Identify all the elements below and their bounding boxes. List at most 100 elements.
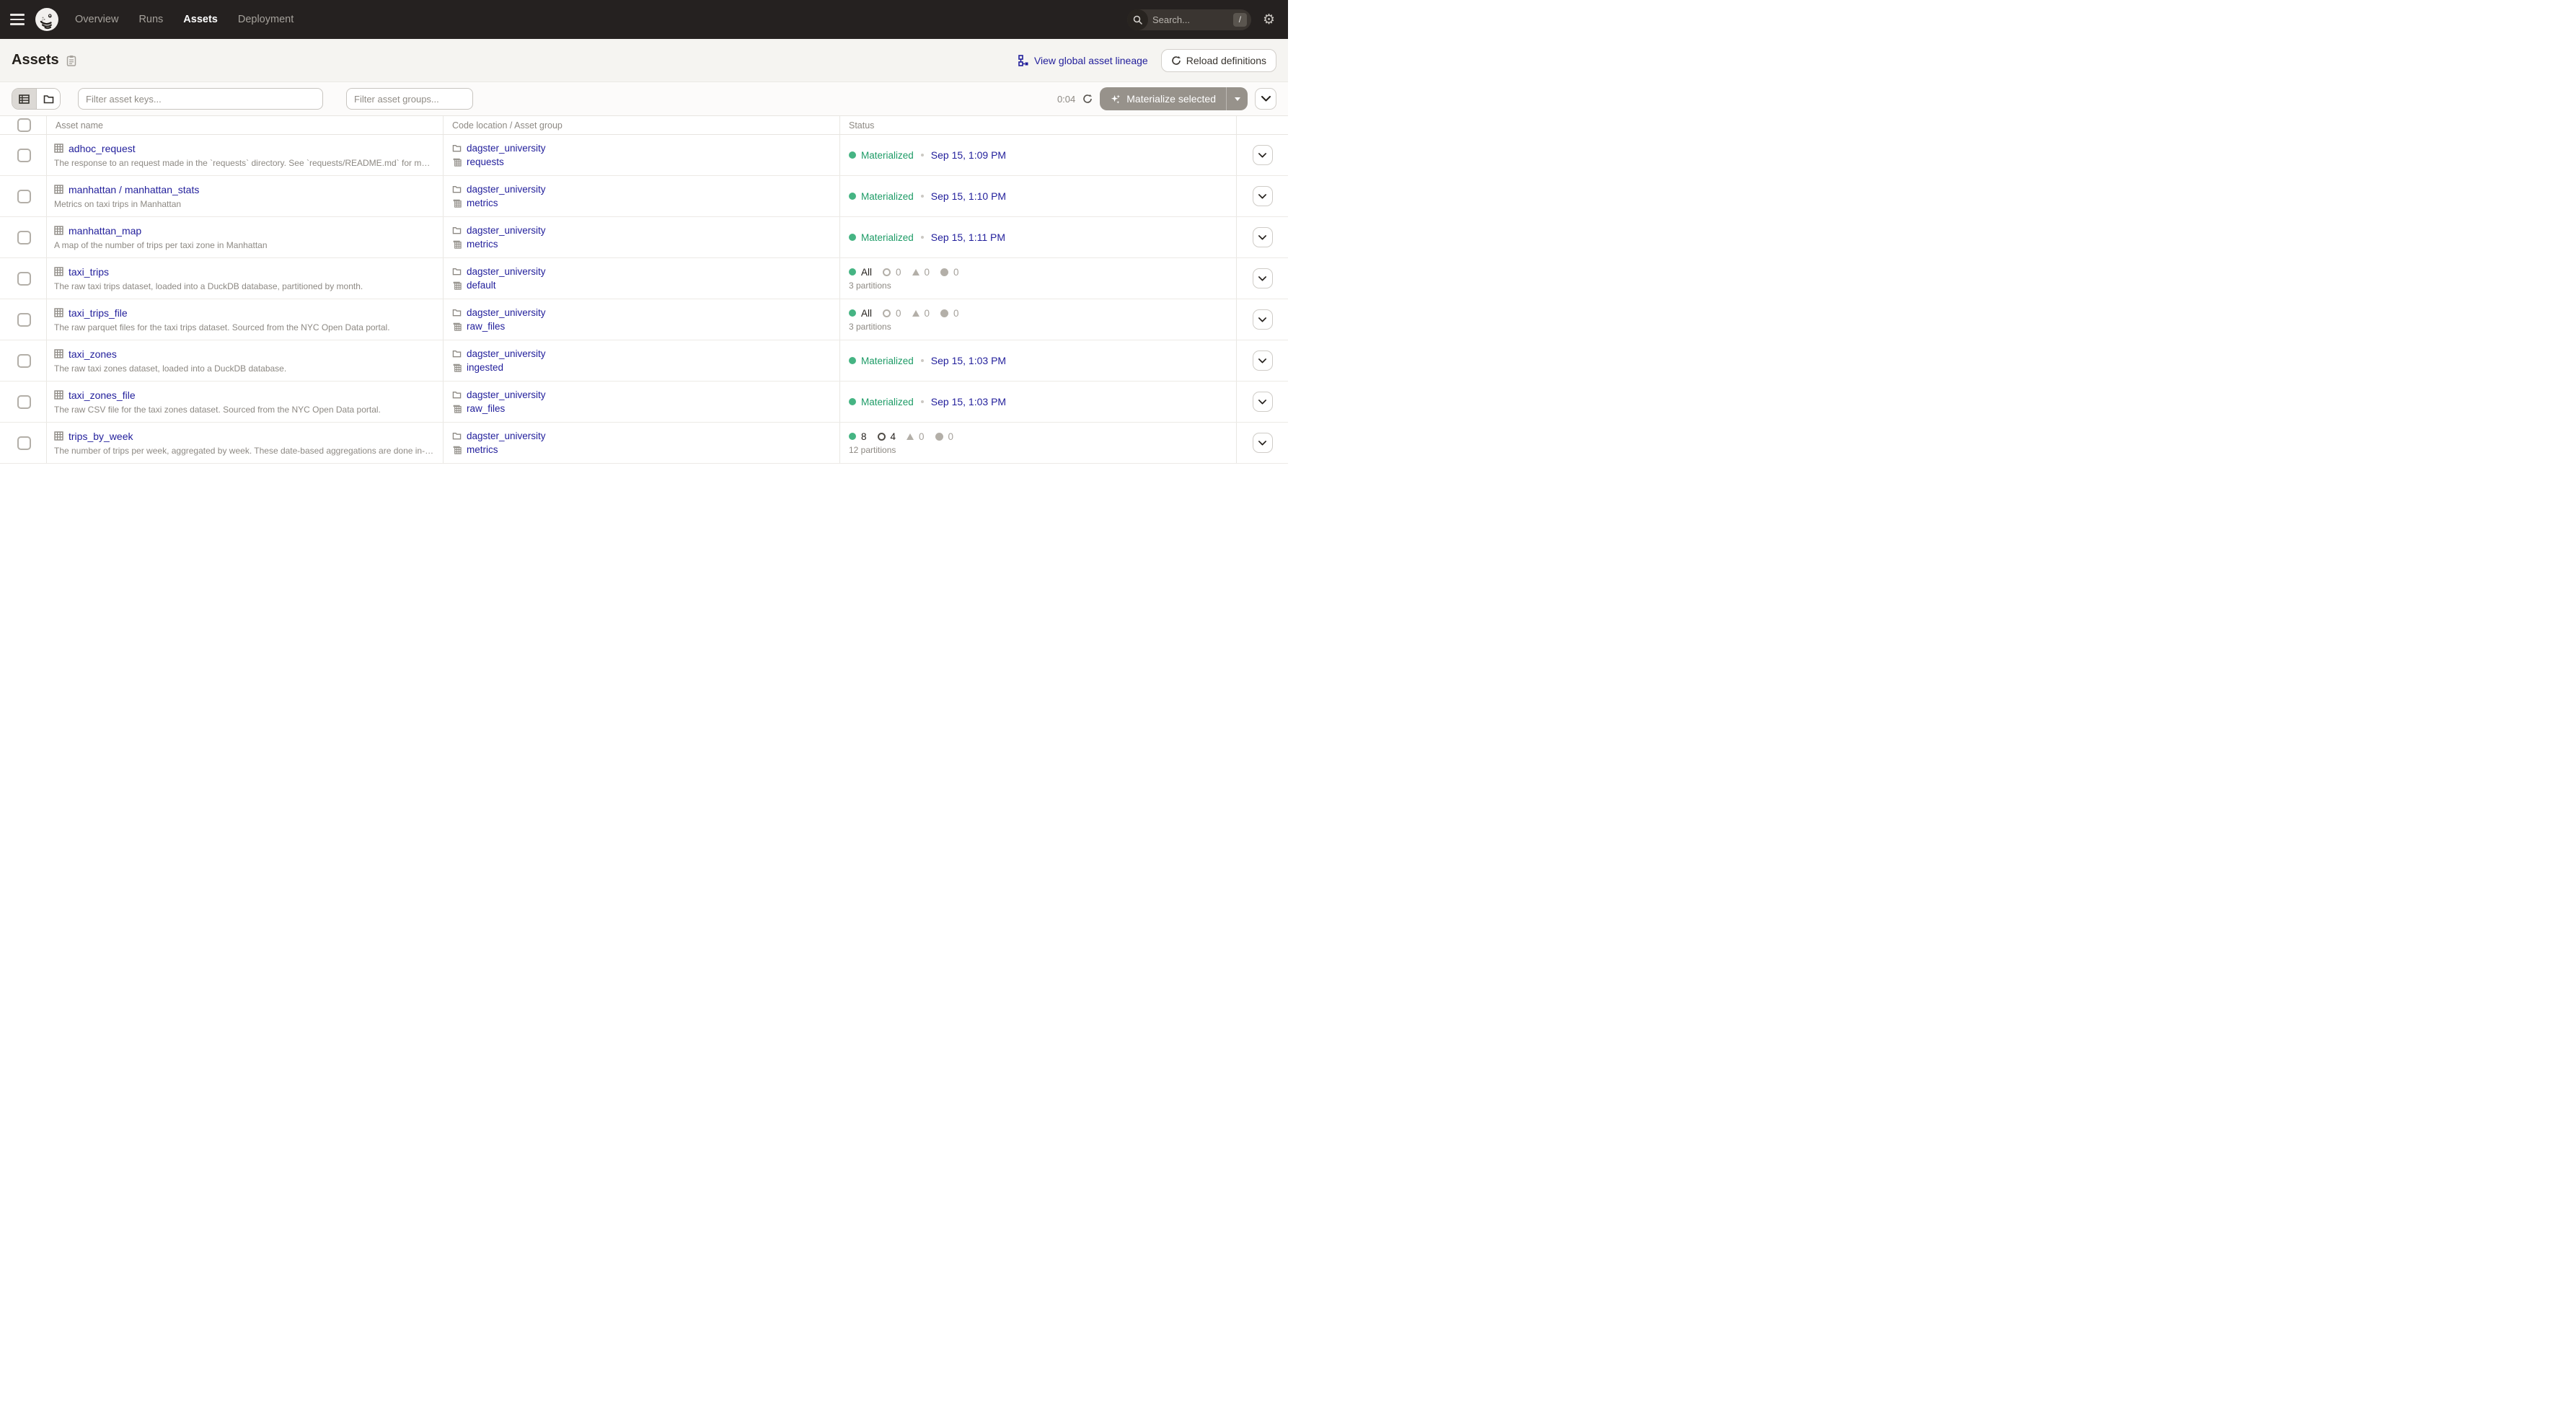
row-expand-button[interactable] bbox=[1253, 309, 1273, 330]
settings-gear-icon[interactable]: ⚙ bbox=[1263, 13, 1275, 27]
folder-icon bbox=[452, 432, 462, 440]
asset-name-link[interactable]: taxi_zones bbox=[69, 348, 117, 360]
asset-name-link[interactable]: adhoc_request bbox=[69, 143, 136, 154]
row-checkbox[interactable] bbox=[17, 231, 31, 244]
more-actions-chevron-button[interactable] bbox=[1255, 88, 1276, 110]
code-location-link[interactable]: dagster_university bbox=[467, 184, 546, 195]
row-expand-button[interactable] bbox=[1253, 145, 1273, 165]
folder-view-icon bbox=[43, 94, 54, 104]
asset-group-link[interactable]: raw_files bbox=[467, 403, 505, 414]
asset-description: Metrics on taxi trips in Manhattan bbox=[54, 199, 434, 209]
reload-definitions-button[interactable]: Reload definitions bbox=[1161, 49, 1276, 72]
asset-group-icon bbox=[452, 239, 462, 249]
asset-name-link[interactable]: manhattan / manhattan_stats bbox=[69, 184, 199, 195]
asset-description: The number of trips per week, aggregated… bbox=[54, 446, 434, 456]
column-header-asset-name: Asset name bbox=[47, 116, 444, 134]
materialize-dropdown-caret[interactable] bbox=[1226, 87, 1248, 110]
table-row: trips_by_week The number of trips per we… bbox=[0, 423, 1288, 464]
table-view-toggle-button[interactable] bbox=[12, 89, 36, 109]
search-icon bbox=[1127, 9, 1148, 30]
table-header-row: Asset name Code location / Asset group S… bbox=[0, 115, 1288, 135]
materialized-status-dot bbox=[849, 193, 856, 200]
asset-name-link[interactable]: taxi_trips_file bbox=[69, 307, 128, 319]
asset-name-link[interactable]: taxi_zones_file bbox=[69, 389, 136, 401]
failed-partition-count: 4 bbox=[891, 431, 896, 442]
failed-partitions-icon bbox=[883, 309, 891, 317]
nav-tab-runs[interactable]: Runs bbox=[138, 14, 163, 25]
row-expand-button[interactable] bbox=[1253, 392, 1273, 412]
folder-view-toggle-button[interactable] bbox=[36, 89, 60, 109]
dagster-logo-icon bbox=[35, 7, 59, 32]
asset-group-icon bbox=[452, 198, 462, 208]
hamburger-menu-icon[interactable] bbox=[10, 14, 25, 25]
table-row: taxi_zones_file The raw CSV file for the… bbox=[0, 382, 1288, 423]
row-expand-button[interactable] bbox=[1253, 227, 1273, 247]
column-header-code-location: Code location / Asset group bbox=[444, 116, 840, 134]
asset-table-icon bbox=[54, 226, 63, 235]
asset-name-link[interactable]: trips_by_week bbox=[69, 431, 133, 442]
asset-group-link[interactable]: metrics bbox=[467, 444, 498, 455]
folder-icon bbox=[452, 309, 462, 317]
failed-partition-count: 0 bbox=[896, 267, 901, 278]
view-global-asset-lineage-link[interactable]: View global asset lineage bbox=[1018, 55, 1148, 66]
nav-tab-deployment[interactable]: Deployment bbox=[238, 14, 294, 25]
row-checkbox[interactable] bbox=[17, 272, 31, 286]
materialized-partition-count: 8 bbox=[861, 431, 867, 442]
assets-toolbar: 0:04 Materialize selected bbox=[0, 82, 1288, 115]
materialize-selected-button[interactable]: Materialize selected bbox=[1100, 87, 1248, 110]
status-label: Materialized bbox=[861, 150, 914, 161]
row-checkbox[interactable] bbox=[17, 436, 31, 450]
nav-tab-overview[interactable]: Overview bbox=[75, 14, 118, 25]
asset-name-link[interactable]: manhattan_map bbox=[69, 225, 141, 237]
select-all-checkbox[interactable] bbox=[17, 118, 31, 132]
asset-group-icon bbox=[452, 281, 462, 290]
asset-group-link[interactable]: metrics bbox=[467, 239, 498, 250]
filter-asset-keys-input[interactable] bbox=[78, 88, 323, 110]
nav-tab-assets[interactable]: Assets bbox=[183, 14, 218, 25]
code-location-link[interactable]: dagster_university bbox=[467, 389, 546, 400]
row-expand-button[interactable] bbox=[1253, 186, 1273, 206]
sparkle-icon bbox=[1110, 94, 1121, 105]
filter-asset-groups-input[interactable] bbox=[346, 88, 473, 110]
materialization-timestamp-link[interactable]: Sep 15, 1:03 PM bbox=[931, 355, 1006, 366]
materialization-timestamp-link[interactable]: Sep 15, 1:09 PM bbox=[931, 149, 1006, 161]
copy-clipboard-icon[interactable] bbox=[66, 55, 76, 66]
materialization-timestamp-link[interactable]: Sep 15, 1:10 PM bbox=[931, 190, 1006, 202]
folder-icon bbox=[452, 144, 462, 152]
status-label: Materialized bbox=[861, 397, 914, 407]
asset-table-icon bbox=[54, 185, 63, 194]
row-checkbox[interactable] bbox=[17, 395, 31, 409]
asset-group-link[interactable]: default bbox=[467, 280, 496, 291]
asset-name-link[interactable]: taxi_trips bbox=[69, 266, 109, 278]
asset-group-link[interactable]: requests bbox=[467, 156, 504, 167]
warning-partition-count: 0 bbox=[925, 308, 930, 319]
code-location-link[interactable]: dagster_university bbox=[467, 431, 546, 441]
row-checkbox[interactable] bbox=[17, 313, 31, 327]
row-expand-button[interactable] bbox=[1253, 433, 1273, 453]
search-input[interactable] bbox=[1148, 14, 1233, 25]
row-checkbox[interactable] bbox=[17, 354, 31, 368]
table-row: taxi_trips The raw taxi trips dataset, l… bbox=[0, 258, 1288, 299]
row-checkbox[interactable] bbox=[17, 190, 31, 203]
asset-table-icon bbox=[54, 349, 63, 358]
materialization-timestamp-link[interactable]: Sep 15, 1:03 PM bbox=[931, 396, 1006, 407]
status-label: Materialized bbox=[861, 356, 914, 366]
row-checkbox[interactable] bbox=[17, 149, 31, 162]
code-location-link[interactable]: dagster_university bbox=[467, 307, 546, 318]
missing-partition-count: 0 bbox=[953, 267, 959, 278]
lineage-graph-icon bbox=[1018, 55, 1029, 66]
materialization-timestamp-link[interactable]: Sep 15, 1:11 PM bbox=[931, 232, 1005, 243]
refresh-icon[interactable] bbox=[1082, 94, 1093, 104]
code-location-link[interactable]: dagster_university bbox=[467, 348, 546, 359]
failed-partitions-icon bbox=[878, 433, 886, 441]
asset-group-link[interactable]: raw_files bbox=[467, 321, 505, 332]
global-search[interactable]: / bbox=[1127, 9, 1251, 30]
code-location-link[interactable]: dagster_university bbox=[467, 266, 546, 277]
row-expand-button[interactable] bbox=[1253, 350, 1273, 371]
code-location-link[interactable]: dagster_university bbox=[467, 225, 546, 236]
asset-group-link[interactable]: metrics bbox=[467, 198, 498, 208]
row-expand-button[interactable] bbox=[1253, 268, 1273, 288]
missing-partitions-icon bbox=[940, 309, 948, 317]
asset-group-link[interactable]: ingested bbox=[467, 362, 503, 373]
code-location-link[interactable]: dagster_university bbox=[467, 143, 546, 154]
